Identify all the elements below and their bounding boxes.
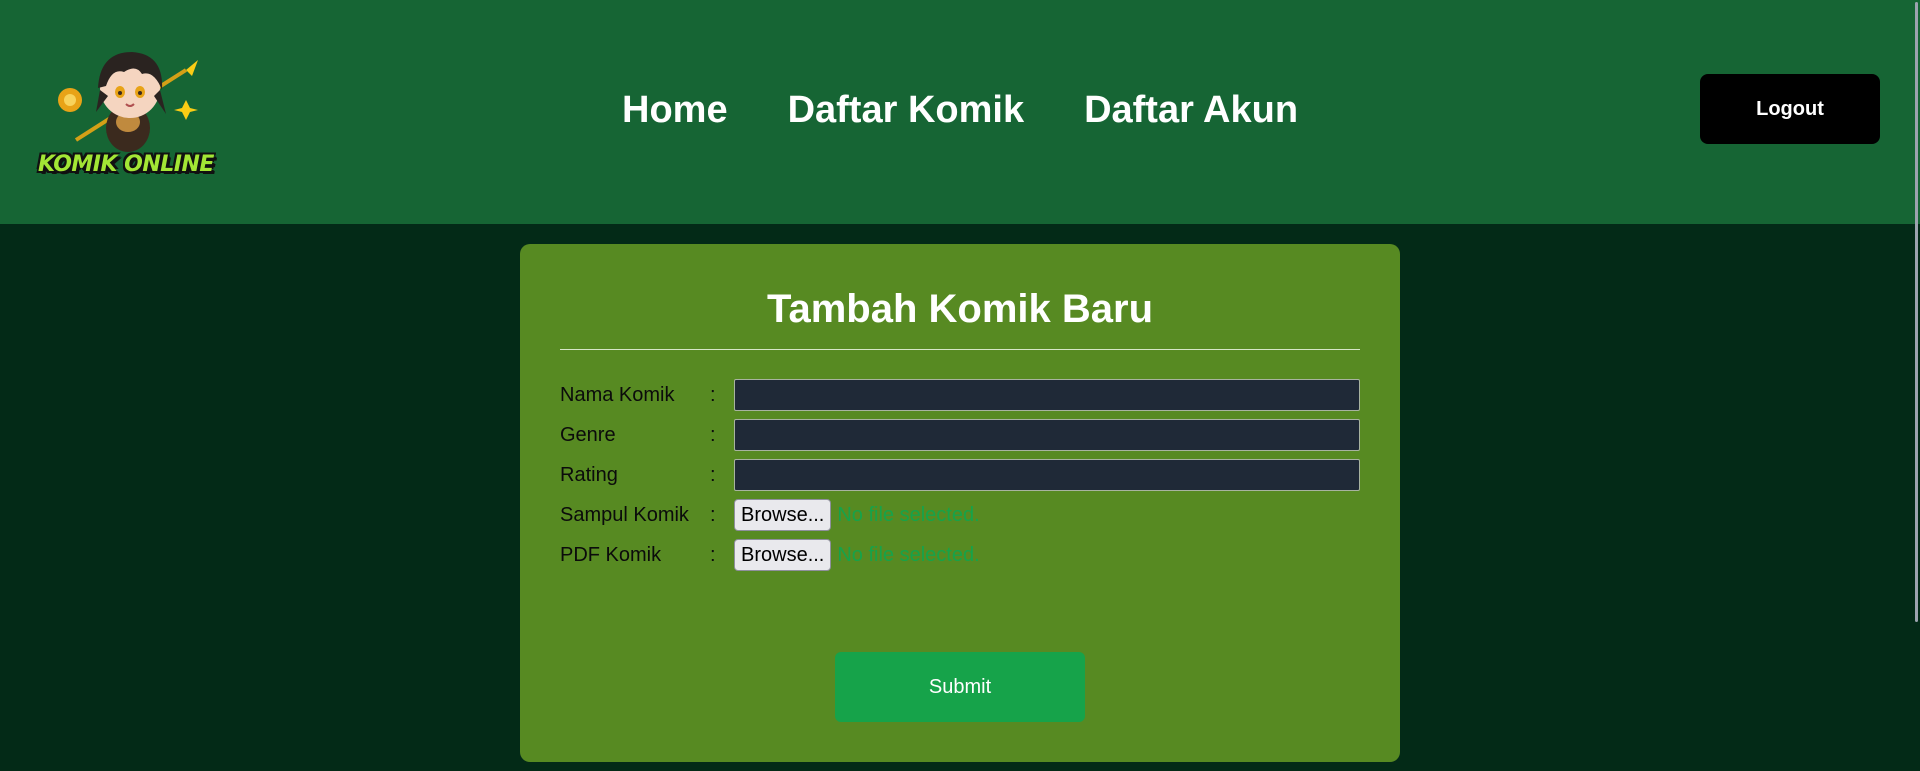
nav-daftar-komik[interactable]: Daftar Komik [788, 86, 1025, 134]
logo[interactable]: KOMIK ONLINE [36, 30, 216, 190]
field-row-sampul-komik: Sampul Komik : Browse... No file selecte… [560, 498, 1360, 532]
pdf-komik-file-status: No file selected. [837, 543, 980, 566]
main-nav: Home Daftar Komik Daftar Akun [622, 86, 1298, 134]
field-row-nama-komik: Nama Komik : [560, 378, 1360, 412]
pdf-komik-label: PDF Komik [560, 543, 662, 566]
nav-daftar-akun[interactable]: Daftar Akun [1084, 86, 1298, 134]
nama-komik-label: Nama Komik [560, 383, 675, 406]
sampul-komik-label: Sampul Komik [560, 503, 689, 526]
nama-komik-input[interactable] [734, 379, 1360, 411]
add-comic-form-card: Tambah Komik Baru Nama Komik : Genre : R… [520, 244, 1400, 762]
sampul-komik-browse-button[interactable]: Browse... [734, 499, 832, 531]
genre-label: Genre [560, 423, 616, 446]
colon: : [710, 543, 716, 566]
colon: : [710, 383, 716, 406]
rating-input[interactable] [734, 459, 1360, 491]
nav-home[interactable]: Home [622, 86, 728, 134]
field-row-genre: Genre : [560, 418, 1360, 452]
colon: : [710, 463, 716, 486]
logo-text: KOMIK ONLINE [38, 152, 214, 177]
colon: : [710, 423, 716, 446]
scrollbar-thumb[interactable] [1915, 2, 1918, 622]
title-divider [560, 349, 1360, 350]
sampul-komik-file-status: No file selected. [837, 503, 980, 526]
rating-label: Rating [560, 463, 618, 486]
form-title: Tambah Komik Baru [767, 287, 1153, 331]
logo-mascot-icon [58, 52, 198, 152]
logout-button[interactable]: Logout [1700, 74, 1880, 144]
pdf-komik-browse-button[interactable]: Browse... [734, 539, 832, 571]
field-row-rating: Rating : [560, 458, 1360, 492]
field-row-pdf-komik: PDF Komik : Browse... No file selected. [560, 538, 1360, 572]
page-scrollbar[interactable] [1914, 0, 1920, 771]
genre-input[interactable] [734, 419, 1360, 451]
colon: : [710, 503, 716, 526]
top-header: KOMIK ONLINE Home Daftar Komik Daftar Ak… [0, 0, 1920, 224]
submit-button[interactable]: Submit [835, 652, 1085, 722]
